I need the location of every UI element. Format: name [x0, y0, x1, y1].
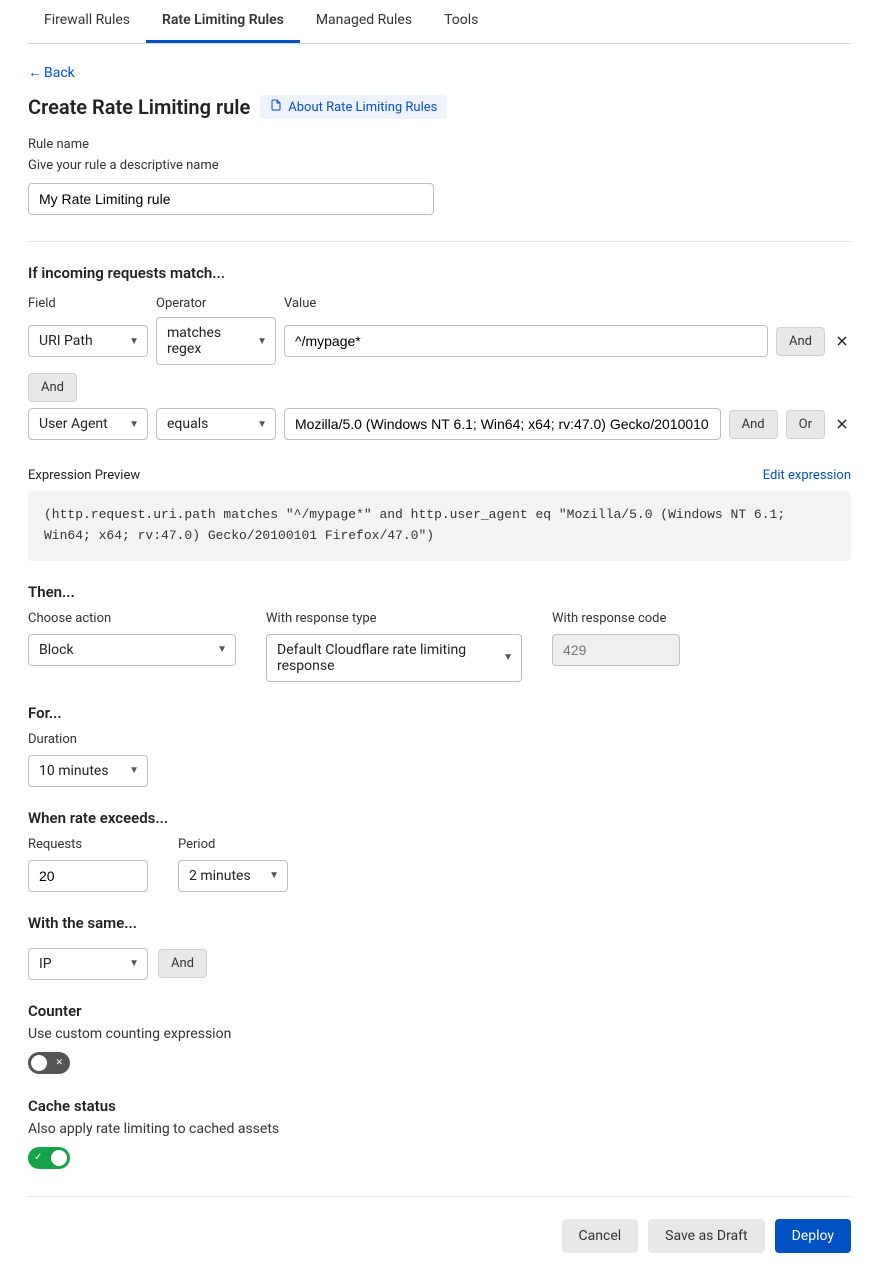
- chevron-down-icon: ▼: [257, 336, 267, 347]
- duration-label: Duration: [28, 732, 148, 747]
- operator-column-label: Operator: [156, 296, 276, 311]
- chevron-down-icon: ▼: [129, 336, 139, 347]
- and-button[interactable]: And: [729, 410, 778, 439]
- x-icon: ✕: [55, 1058, 63, 1068]
- operator-select[interactable]: matches regex ▼: [156, 317, 276, 365]
- action-label: Choose action: [28, 611, 236, 626]
- expression-preview-box: (http.request.uri.path matches "^/mypage…: [28, 491, 851, 561]
- for-section-title: For...: [28, 704, 851, 722]
- divider: [28, 1196, 851, 1197]
- operator-select[interactable]: equals ▼: [156, 408, 276, 440]
- field-select-value: User Agent: [39, 416, 108, 432]
- action-select[interactable]: Block ▼: [28, 634, 236, 666]
- expression-preview-label: Expression Preview: [28, 468, 140, 483]
- duration-select-value: 10 minutes: [39, 763, 109, 779]
- page-title: Create Rate Limiting rule: [28, 95, 250, 119]
- check-icon: ✓: [34, 1152, 42, 1163]
- arrow-left-icon: ←: [28, 64, 42, 81]
- same-characteristic-value: IP: [39, 956, 52, 972]
- chevron-down-icon: ▼: [129, 958, 139, 969]
- connector-and[interactable]: And: [28, 373, 77, 402]
- about-link-label: About Rate Limiting Rules: [288, 100, 437, 115]
- toggle-knob: [51, 1150, 67, 1166]
- value-input[interactable]: [284, 408, 721, 440]
- and-button[interactable]: And: [776, 327, 825, 356]
- period-select[interactable]: 2 minutes ▼: [178, 860, 288, 892]
- back-link-label: Back: [44, 65, 75, 81]
- tabs: Firewall Rules Rate Limiting Rules Manag…: [28, 0, 851, 44]
- chevron-down-icon: ▼: [217, 644, 227, 655]
- chevron-down-icon: ▼: [503, 652, 513, 663]
- response-type-label: With response type: [266, 611, 522, 626]
- deploy-button[interactable]: Deploy: [775, 1219, 851, 1253]
- remove-row-button[interactable]: [833, 332, 851, 350]
- save-draft-button[interactable]: Save as Draft: [648, 1219, 764, 1253]
- operator-select-value: equals: [167, 416, 208, 432]
- rule-name-input[interactable]: [28, 183, 434, 215]
- same-and-button[interactable]: And: [158, 949, 207, 978]
- chevron-down-icon: ▼: [257, 419, 267, 430]
- period-label: Period: [178, 837, 288, 852]
- chevron-down-icon: ▼: [269, 870, 279, 881]
- cache-toggle[interactable]: ✓: [28, 1147, 70, 1169]
- requests-input[interactable]: [28, 860, 148, 892]
- tab-managed-rules[interactable]: Managed Rules: [300, 0, 428, 43]
- value-input[interactable]: [284, 325, 768, 357]
- match-section-title: If incoming requests match...: [28, 264, 851, 282]
- cache-section-title: Cache status: [28, 1097, 851, 1115]
- field-select[interactable]: URI Path ▼: [28, 325, 148, 357]
- counter-help-text: Use custom counting expression: [28, 1026, 851, 1042]
- custom-counting-toggle[interactable]: ✕: [28, 1052, 70, 1074]
- cache-help-text: Also apply rate limiting to cached asset…: [28, 1121, 851, 1137]
- response-code-label: With response code: [552, 611, 680, 626]
- field-select-value: URI Path: [39, 333, 93, 349]
- requests-label: Requests: [28, 837, 148, 852]
- operator-select-value: matches regex: [167, 325, 249, 357]
- chevron-down-icon: ▼: [129, 419, 139, 430]
- response-code-input: [552, 634, 680, 666]
- chevron-down-icon: ▼: [129, 765, 139, 776]
- tab-rate-limiting-rules[interactable]: Rate Limiting Rules: [146, 0, 300, 43]
- or-button[interactable]: Or: [786, 410, 825, 439]
- match-row: User Agent ▼ equals ▼ And Or: [28, 408, 851, 440]
- edit-expression-link[interactable]: Edit expression: [763, 468, 851, 483]
- rule-name-help: Give your rule a descriptive name: [28, 158, 851, 173]
- about-rate-limiting-link[interactable]: About Rate Limiting Rules: [260, 95, 447, 119]
- rate-section-title: When rate exceeds...: [28, 809, 851, 827]
- field-column-label: Field: [28, 296, 148, 311]
- counter-section-title: Counter: [28, 1002, 851, 1020]
- same-characteristic-select[interactable]: IP ▼: [28, 948, 148, 980]
- same-section-title: With the same...: [28, 914, 851, 932]
- document-icon: [270, 99, 282, 115]
- response-type-select[interactable]: Default Cloudflare rate limiting respons…: [266, 634, 522, 682]
- tab-tools[interactable]: Tools: [428, 0, 494, 43]
- footer-actions: Cancel Save as Draft Deploy: [28, 1219, 851, 1253]
- then-section-title: Then...: [28, 583, 851, 601]
- period-select-value: 2 minutes: [189, 868, 251, 884]
- toggle-knob: [31, 1055, 47, 1071]
- rule-name-label: Rule name: [28, 137, 851, 152]
- value-column-label: Value: [284, 296, 764, 311]
- remove-row-button[interactable]: [833, 415, 851, 433]
- response-type-select-value: Default Cloudflare rate limiting respons…: [277, 642, 495, 674]
- action-select-value: Block: [39, 642, 74, 658]
- match-row: URI Path ▼ matches regex ▼ And: [28, 317, 851, 365]
- back-link[interactable]: ← Back: [28, 64, 75, 81]
- field-select[interactable]: User Agent ▼: [28, 408, 148, 440]
- duration-select[interactable]: 10 minutes ▼: [28, 755, 148, 787]
- tab-firewall-rules[interactable]: Firewall Rules: [28, 0, 146, 43]
- divider: [28, 241, 851, 242]
- cancel-button[interactable]: Cancel: [562, 1219, 639, 1253]
